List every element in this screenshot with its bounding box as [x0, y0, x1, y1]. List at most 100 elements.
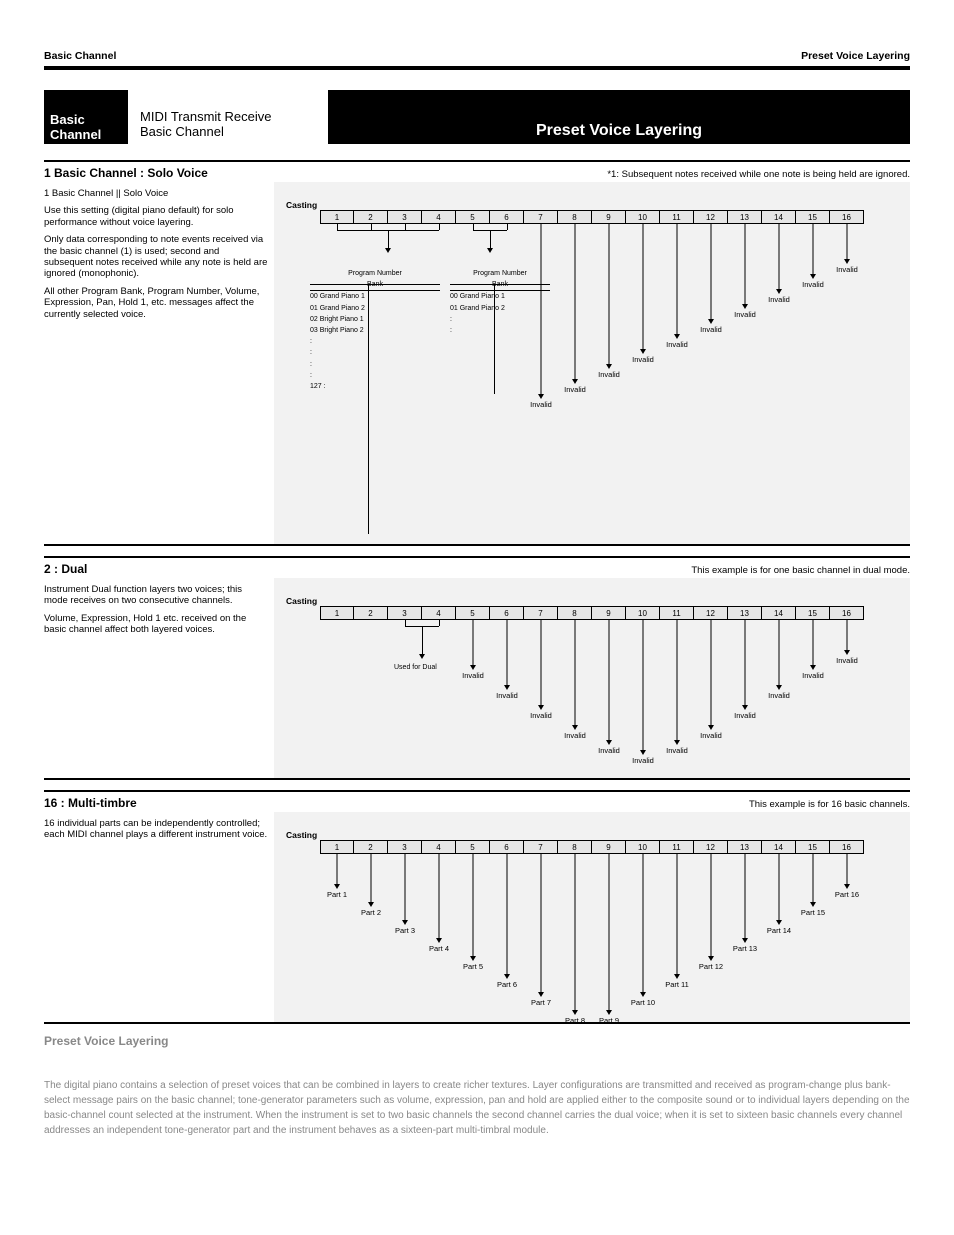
sec1-p0: 1 Basic Channel || Solo Voice: [44, 188, 268, 199]
part-label: Part 8: [565, 1016, 585, 1025]
channel-cell: 3: [388, 606, 422, 620]
part-label: Part 3: [395, 926, 415, 935]
channel-cell: 6: [490, 840, 524, 854]
channel-cell: 12: [694, 210, 728, 224]
channel-cell: 16: [830, 840, 864, 854]
sec1-p3: All other Program Bank, Program Number, …: [44, 286, 268, 320]
title-mid-line2: Basic Channel: [140, 124, 322, 140]
section1-diagram: Casting 12345678910111213141516 InvalidI…: [274, 182, 910, 544]
invalid-label: Invalid: [598, 746, 620, 755]
lower-body: Preset Voice Layering The digital piano …: [44, 1034, 910, 1138]
channel-cell: 6: [490, 606, 524, 620]
channel-cell: 11: [660, 840, 694, 854]
section3-note: This example is for 16 basic channels.: [749, 799, 910, 810]
fade-title: Preset Voice Layering: [44, 1034, 910, 1048]
channel-cell: 4: [422, 840, 456, 854]
title-mid: MIDI Transmit Receive Basic Channel: [128, 90, 328, 144]
channel-cell: 4: [422, 210, 456, 224]
part-label: Part 16: [835, 890, 859, 899]
channel-cell: 15: [796, 606, 830, 620]
channel-cell: 2: [354, 210, 388, 224]
invalid-label: Invalid: [632, 355, 654, 364]
black-bar-title: Preset Voice Layering: [328, 90, 910, 144]
part-label: Part 10: [631, 998, 655, 1007]
invalid-label: Invalid: [632, 756, 654, 765]
title-block: Basic Channel MIDI Transmit Receive Basi…: [44, 90, 910, 144]
section3-title: 16 : Multi-timbre: [44, 796, 137, 810]
invalid-label: Invalid: [768, 295, 790, 304]
dual-label: Used for Dual: [394, 664, 437, 671]
channel-cell: 9: [592, 606, 626, 620]
part-label: Part 12: [699, 962, 723, 971]
program-map-a: Program NumberBank00 Grand Piano 101 Gra…: [310, 268, 440, 392]
sec1-p1: Use this setting (digital piano default)…: [44, 205, 268, 228]
invalid-label: Invalid: [564, 731, 586, 740]
casting-label-1: Casting: [286, 198, 320, 210]
invalid-label: Invalid: [666, 746, 688, 755]
black-tag-line1: Basic: [50, 112, 85, 127]
black-tag-line2: Channel: [50, 127, 101, 142]
top-rule: [44, 66, 910, 70]
sec3-p0: 16 individual parts can be independently…: [44, 818, 268, 841]
channel-cell: 6: [490, 210, 524, 224]
section1-note: *1: Subsequent notes received while one …: [607, 169, 910, 180]
channel-cell: 1: [320, 606, 354, 620]
section3-header: 16 : Multi-timbre This example is for 16…: [44, 790, 910, 810]
fade-body: The digital piano contains a selection o…: [44, 1078, 910, 1138]
part-label: Part 11: [665, 980, 689, 989]
channel-cell: 11: [660, 606, 694, 620]
invalid-label: Invalid: [802, 280, 824, 289]
black-tag: Basic Channel: [44, 90, 128, 144]
channel-cell: 10: [626, 210, 660, 224]
channel-cell: 2: [354, 840, 388, 854]
part-label: Part 15: [801, 908, 825, 917]
invalid-label: Invalid: [734, 310, 756, 319]
section3-body: 16 individual parts can be independently…: [44, 812, 910, 1024]
channel-cell: 8: [558, 210, 592, 224]
channel-cell: 16: [830, 606, 864, 620]
invalid-label: Invalid: [768, 691, 790, 700]
title-mid-line1: MIDI Transmit Receive: [140, 109, 322, 125]
section1-header: 1 Basic Channel : Solo Voice *1: Subsequ…: [44, 160, 910, 180]
section2-title: 2 : Dual: [44, 562, 87, 576]
channel-cell: 8: [558, 606, 592, 620]
invalid-label: Invalid: [836, 656, 858, 665]
part-label: Part 7: [531, 998, 551, 1007]
part-label: Part 13: [733, 944, 757, 953]
section2-header: 2 : Dual This example is for one basic c…: [44, 556, 910, 576]
channel-cell: 14: [762, 840, 796, 854]
channel-cell: 10: [626, 606, 660, 620]
section2-body: Instrument Dual function layers two voic…: [44, 578, 910, 780]
channel-cell: 11: [660, 210, 694, 224]
channel-cell: 10: [626, 840, 660, 854]
program-map-b: Program NumberBank00 Grand Piano 101 Gra…: [450, 268, 550, 336]
channel-cell: 5: [456, 840, 490, 854]
invalid-label: Invalid: [530, 711, 552, 720]
part-label: Part 6: [497, 980, 517, 989]
invalid-label: Invalid: [700, 325, 722, 334]
channel-cell: 2: [354, 606, 388, 620]
invalid-label: Invalid: [802, 671, 824, 680]
channel-cell: 4: [422, 606, 456, 620]
invalid-label: Invalid: [836, 265, 858, 274]
channel-cell: 13: [728, 606, 762, 620]
channel-cell: 12: [694, 840, 728, 854]
channel-cell: 7: [524, 840, 558, 854]
invalid-label: Invalid: [666, 340, 688, 349]
invalid-label: Invalid: [700, 731, 722, 740]
section3-text: 16 individual parts can be independently…: [44, 812, 274, 1022]
casting-label-3: Casting: [286, 828, 320, 840]
channel-cell: 14: [762, 210, 796, 224]
channel-cell: 12: [694, 606, 728, 620]
channel-cell: 14: [762, 606, 796, 620]
part-label: Part 2: [361, 908, 381, 917]
sec2-p1: Volume, Expression, Hold 1 etc. received…: [44, 613, 268, 636]
section1-body: 1 Basic Channel || Solo Voice Use this s…: [44, 182, 910, 546]
section3-diagram: Casting 12345678910111213141516 Part 1Pa…: [274, 812, 910, 1022]
invalid-label: Invalid: [734, 711, 756, 720]
part-label: Part 14: [767, 926, 791, 935]
channel-cell: 15: [796, 840, 830, 854]
channel-cell: 13: [728, 840, 762, 854]
channel-cell: 9: [592, 210, 626, 224]
part-label: Part 1: [327, 890, 347, 899]
